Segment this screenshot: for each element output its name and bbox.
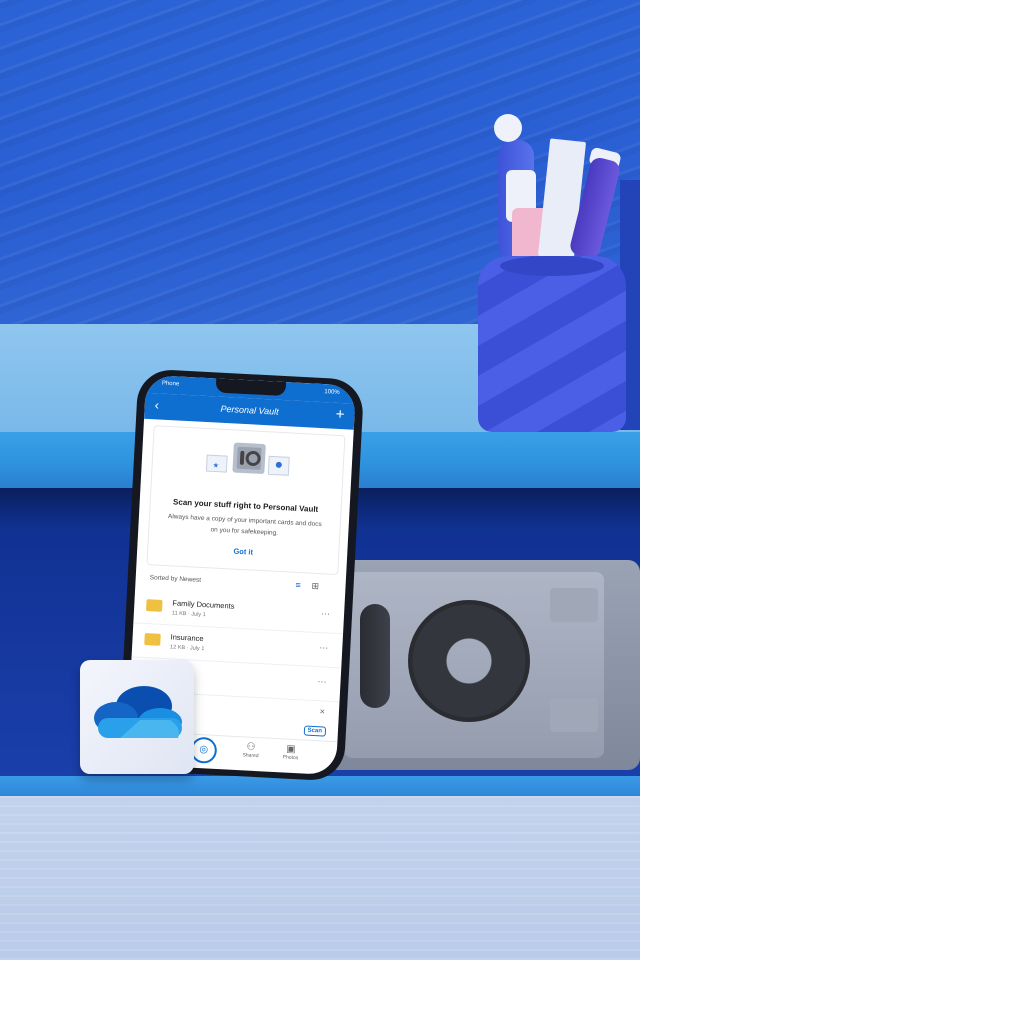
file-meta: 12 KB · July 1 — [169, 644, 205, 653]
more-icon[interactable]: ··· — [321, 608, 331, 618]
vault-illustration: ★ — [205, 442, 290, 476]
lower-shelf — [0, 776, 640, 796]
onedrive-app-tile — [80, 660, 194, 774]
page-title[interactable]: Personal Vault — [145, 400, 355, 421]
safe-hinge-top — [550, 588, 598, 622]
pen-cup-rim — [500, 256, 604, 276]
list-view-icon[interactable]: ≡ — [295, 580, 301, 590]
tab-label: Shared — [242, 752, 259, 760]
onboarding-card: ★ Scan your stuff right to Personal Vaul… — [146, 425, 346, 576]
onedrive-cloud-icon — [94, 686, 182, 738]
close-icon[interactable]: × — [319, 706, 325, 716]
sort-dropdown[interactable]: Sorted by Newest — [150, 574, 202, 584]
folder-icon — [145, 599, 163, 612]
got-it-button[interactable]: Got it — [148, 542, 338, 561]
scene: Phone 100% ‹ Personal Vault + ★ Scan you… — [0, 0, 640, 960]
camera-icon[interactable]: ◎ — [190, 736, 218, 764]
card-body: Always have a copy of your important car… — [167, 513, 322, 537]
safe-dial — [408, 600, 530, 722]
tab-photos[interactable]: ▣ Photos — [270, 743, 311, 762]
safe-hinge-bottom — [550, 698, 598, 732]
tab-label: Photos — [282, 754, 299, 762]
svg-text:★: ★ — [212, 461, 219, 469]
battery-label: 100% — [324, 389, 340, 396]
folder-icon — [144, 633, 161, 646]
file-name: Family Documents — [172, 598, 235, 611]
grid-view-icon[interactable]: ⊞ — [311, 581, 319, 592]
pen-ball — [494, 114, 522, 142]
plus-icon[interactable]: + — [335, 406, 345, 423]
tab-shared[interactable]: ⚇ Shared — [230, 741, 271, 760]
carrier-label: Phone — [161, 380, 180, 388]
more-icon[interactable]: ··· — [317, 676, 327, 686]
scan-button[interactable]: Scan — [303, 725, 327, 737]
floor — [0, 796, 640, 960]
more-icon[interactable]: ··· — [319, 642, 329, 652]
pen-cup — [478, 256, 626, 432]
file-name: Insurance — [170, 632, 204, 644]
safe-handle — [360, 604, 390, 708]
file-meta: 11 KB · July 1 — [171, 610, 206, 619]
